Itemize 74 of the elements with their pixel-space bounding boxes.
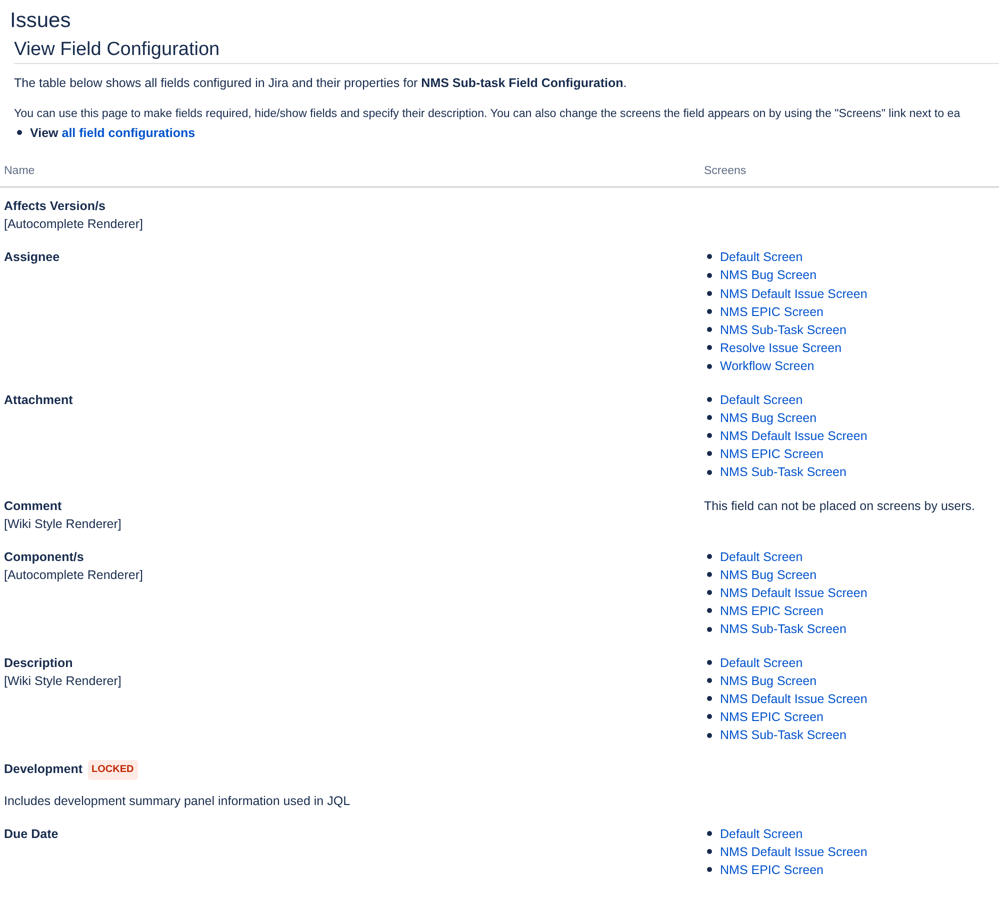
column-header: Screens <box>704 164 748 179</box>
screen-link[interactable]: NMS Default Issue Screen <box>720 286 868 301</box>
bullet-icon <box>707 290 712 296</box>
bullet-icon <box>707 714 712 720</box>
bullet-icon <box>707 626 712 632</box>
bullet-icon <box>707 590 712 596</box>
bullet-icon <box>707 433 712 438</box>
bullet-icon <box>707 308 712 314</box>
bullet-icon <box>707 608 712 614</box>
screen-link[interactable]: Default Screen <box>720 392 803 407</box>
bullet-icon <box>707 660 712 665</box>
bullet-icon <box>707 327 712 332</box>
screen-link[interactable]: NMS Sub-Task Screen <box>720 622 846 636</box>
renderer-label: [Autocomplete Renderer] <box>4 566 144 584</box>
bullet-icon <box>707 396 712 402</box>
screen-link[interactable]: NMS Sub-Task Screen <box>720 728 846 742</box>
locked-lozenge: LOCKED <box>88 760 138 780</box>
screen-link[interactable]: NMS EPIC Screen <box>720 447 824 462</box>
renderer-label: [Wiki Style Renderer] <box>4 516 122 533</box>
screen-link[interactable]: NMS Default Issue Screen <box>720 692 868 706</box>
screen-link[interactable]: Default Screen <box>720 656 803 670</box>
screen-link[interactable]: Default Screen <box>720 826 803 841</box>
field-name: Affects Version/s <box>4 199 106 214</box>
screen-link[interactable]: Default Screen <box>720 250 803 264</box>
screen-link[interactable]: NMS EPIC Screen <box>720 710 824 724</box>
bullet-icon <box>707 272 712 278</box>
screen-link[interactable]: NMS EPIC Screen <box>720 863 824 877</box>
intro-text: The table below shows all fields configured in Jira and their properties for NMS Sub-task Field Configuration. <box>14 74 628 92</box>
view-label: View <box>30 126 58 140</box>
screen-link[interactable]: NMS Default Issue Screen <box>720 428 868 443</box>
field-name: Attachment <box>4 392 73 407</box>
screen-link[interactable]: NMS Bug Screen <box>720 410 817 425</box>
screens-note: This field can not be placed on screens by users. <box>704 498 976 515</box>
bullet-icon <box>707 554 712 559</box>
field-name: Comment <box>4 498 62 513</box>
bullet-icon <box>707 572 712 577</box>
bullet-icon <box>707 470 712 475</box>
page-title: Issues <box>10 8 72 34</box>
bullet-icon <box>707 830 712 836</box>
bullet-icon <box>707 696 712 702</box>
screen-link[interactable]: Default Screen <box>720 550 803 564</box>
field-configurations-link[interactable]: all field configurations <box>62 126 196 140</box>
bullet-icon <box>707 867 712 872</box>
bullet-icon <box>707 254 712 260</box>
screen-link[interactable]: NMS Default Issue Screen <box>720 586 868 600</box>
section-heading: View Field Configuration <box>14 39 999 64</box>
field-description: Includes development summary panel information used in JQL <box>4 792 352 810</box>
bullet-icon <box>17 130 22 136</box>
bullet-icon <box>707 678 712 683</box>
bullet-icon <box>707 364 712 369</box>
screen-link[interactable]: Workflow Screen <box>720 359 814 374</box>
bullet-icon <box>707 849 712 854</box>
field-name: Development <box>4 762 82 776</box>
bullet-icon <box>707 451 712 456</box>
field-name: Component/s <box>4 550 84 564</box>
screen-link[interactable]: NMS Bug Screen <box>720 568 817 582</box>
bullet-icon <box>707 414 712 420</box>
screen-link[interactable]: NMS Sub-Task Screen <box>720 322 846 337</box>
screen-link[interactable]: NMS Default Issue Screen <box>720 844 868 859</box>
screen-link[interactable]: NMS Bug Screen <box>720 268 817 282</box>
renderer-label: [Wiki Style Renderer] <box>4 672 122 690</box>
screen-link[interactable]: Resolve Issue Screen <box>720 341 842 356</box>
column-header: Name <box>4 164 36 179</box>
screen-link[interactable]: NMS Bug Screen <box>720 674 817 688</box>
screen-link[interactable]: NMS Sub-Task Screen <box>720 465 846 480</box>
help-text: You can use this page to make fields required, hide/show fields and specify their description. You can also change the screens the field appears on by using the "Screens" link next to ea <box>14 106 962 122</box>
field-name: Description <box>4 656 73 670</box>
bullet-icon <box>707 345 712 350</box>
screen-link[interactable]: NMS EPIC Screen <box>720 304 824 319</box>
field-name: Due Date <box>4 826 58 841</box>
screen-link[interactable]: NMS EPIC Screen <box>720 604 824 618</box>
renderer-label: [Autocomplete Renderer] <box>4 216 144 234</box>
bullet-icon <box>707 732 712 738</box>
field-name: Assignee <box>4 250 60 264</box>
